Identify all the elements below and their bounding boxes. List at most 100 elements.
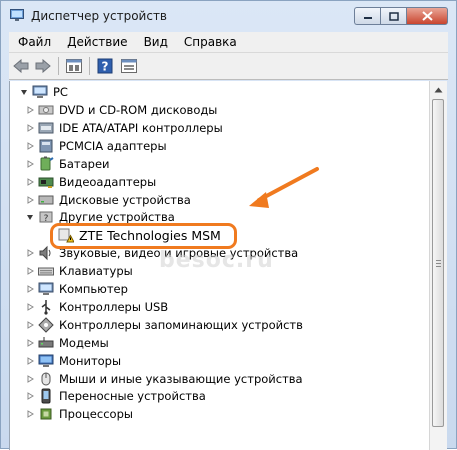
menu-action[interactable]: Действие xyxy=(59,35,135,49)
tree-category-pcmcia[interactable]: PCMCIA адаптеры xyxy=(27,137,167,155)
close-icon xyxy=(421,11,433,21)
storage-controller-icon xyxy=(38,317,54,333)
toolbar-separator xyxy=(89,57,90,75)
tree-category-keyboard[interactable]: Клавиатуры xyxy=(27,262,133,280)
title-bar[interactable]: Диспетчер устройств xyxy=(1,1,456,31)
window-title: Диспетчер устройств xyxy=(31,9,168,23)
tree-category-portable-device[interactable]: Переносные устройства xyxy=(27,387,206,405)
device-manager-icon xyxy=(10,9,24,22)
expand-icon[interactable] xyxy=(26,374,34,383)
tree-category-display-adapter[interactable]: Видеоадаптеры xyxy=(27,173,157,191)
tree-item-label: Клавиатуры xyxy=(59,264,133,279)
maximize-icon xyxy=(388,11,399,21)
tree-category-disk[interactable]: Дисковые устройства xyxy=(27,191,191,209)
tree-category-computer[interactable]: Компьютер xyxy=(27,280,128,298)
mouse-icon xyxy=(38,371,54,387)
disk-icon xyxy=(38,192,54,208)
pcmcia-icon xyxy=(38,138,54,154)
tree-category-storage-controller[interactable]: Контроллеры запоминающих устройств xyxy=(27,316,303,334)
view-icon xyxy=(121,59,137,73)
tree-item-label: DVD и CD-ROM дисководы xyxy=(59,103,218,117)
svg-text:?: ? xyxy=(102,60,109,74)
tree-item-label: IDE ATA/ATAPI контроллеры xyxy=(59,120,223,135)
expand-icon[interactable] xyxy=(26,195,34,204)
ide-icon xyxy=(38,120,54,136)
minimize-button[interactable] xyxy=(354,7,380,25)
device-manager-window: Диспетчер устройств Файл Действие Вид Сп… xyxy=(0,0,457,450)
menu-bar: Файл Действие Вид Справка xyxy=(9,32,448,53)
menu-help[interactable]: Справка xyxy=(176,35,245,49)
menu-view[interactable]: Вид xyxy=(136,35,176,49)
menu-file[interactable]: Файл xyxy=(9,35,59,49)
keyboard-icon xyxy=(38,263,54,279)
tree-category-monitor[interactable]: Мониторы xyxy=(27,352,122,370)
expand-icon[interactable] xyxy=(26,177,34,186)
forward-button[interactable] xyxy=(34,57,52,75)
svg-text:?: ? xyxy=(44,214,49,224)
maximize-button[interactable] xyxy=(380,7,406,25)
expand-icon[interactable] xyxy=(26,106,34,114)
usb-icon xyxy=(38,299,54,315)
modem-icon xyxy=(38,335,54,351)
sound-icon xyxy=(38,245,54,261)
expand-icon[interactable] xyxy=(26,124,34,132)
properties-icon xyxy=(66,59,82,73)
collapse-icon[interactable] xyxy=(26,213,34,221)
minimize-icon xyxy=(363,17,372,19)
tree-item-label: Мониторы xyxy=(59,353,122,368)
tree-category-processor[interactable]: Процессоры xyxy=(27,405,133,423)
expand-icon[interactable] xyxy=(26,338,34,347)
expand-icon[interactable] xyxy=(26,392,34,401)
tree-category-usb[interactable]: Контроллеры USB xyxy=(27,298,169,316)
tree-category-modem[interactable]: Модемы xyxy=(27,334,109,352)
tree-category-battery[interactable]: Батареи xyxy=(27,155,110,173)
window-controls xyxy=(354,7,448,25)
orange-arrow-icon xyxy=(249,167,319,208)
help-icon: ? xyxy=(97,58,113,74)
tree-item-label: Модемы xyxy=(59,335,109,350)
tree-category-mouse[interactable]: Мыши и иные указывающие устройства xyxy=(27,370,303,388)
computer-icon xyxy=(38,281,54,297)
tree-item-label: Компьютер xyxy=(59,282,128,296)
expand-icon[interactable] xyxy=(26,267,34,275)
forward-icon xyxy=(35,59,51,73)
tree-item-label: Контроллеры USB xyxy=(59,299,169,314)
dvd-icon xyxy=(38,102,54,118)
expand-icon[interactable] xyxy=(26,410,34,419)
view-button[interactable] xyxy=(120,57,138,75)
vertical-scrollbar[interactable] xyxy=(429,81,447,450)
battery-icon xyxy=(38,156,54,172)
back-button[interactable] xyxy=(12,57,30,75)
tree-item-label: Мыши и иные указывающие устройства xyxy=(59,371,303,386)
properties-button[interactable] xyxy=(65,57,83,75)
scroll-up-button[interactable] xyxy=(430,81,447,98)
expand-icon[interactable] xyxy=(26,356,34,365)
tree-root-label: PC xyxy=(53,85,68,99)
close-button[interactable] xyxy=(406,7,448,25)
back-icon xyxy=(13,59,29,73)
expand-icon[interactable] xyxy=(26,303,34,311)
expand-icon[interactable] xyxy=(26,285,34,293)
toolbar: ? xyxy=(9,53,448,80)
scrollbar-thumb[interactable] xyxy=(432,99,444,427)
expand-icon[interactable] xyxy=(26,249,34,258)
expand-icon[interactable] xyxy=(26,320,34,329)
tree-item-label: Контроллеры запоминающих устройств xyxy=(59,317,303,332)
tree-item-label: Видеоадаптеры xyxy=(59,174,157,189)
computer-icon xyxy=(32,84,48,100)
highlight-callout xyxy=(50,223,237,249)
watermark: besoc.ru xyxy=(159,248,274,273)
portable-device-icon xyxy=(38,388,54,404)
chevron-up-icon xyxy=(434,87,443,92)
tree-item-label: Процессоры xyxy=(59,407,133,422)
expand-icon[interactable] xyxy=(26,159,34,168)
other-devices-icon: ? xyxy=(38,209,54,225)
tree-category-ide[interactable]: IDE ATA/ATAPI контроллеры xyxy=(27,119,223,137)
tree-item-label: Батареи xyxy=(59,156,110,171)
tree-root[interactable]: PC xyxy=(20,83,68,101)
expand-icon[interactable] xyxy=(26,141,34,150)
tree-item-label: PCMCIA адаптеры xyxy=(59,138,167,153)
collapse-icon[interactable] xyxy=(20,88,28,96)
help-button[interactable]: ? xyxy=(96,57,114,75)
tree-category-dvd[interactable]: DVD и CD-ROM дисководы xyxy=(27,101,218,119)
